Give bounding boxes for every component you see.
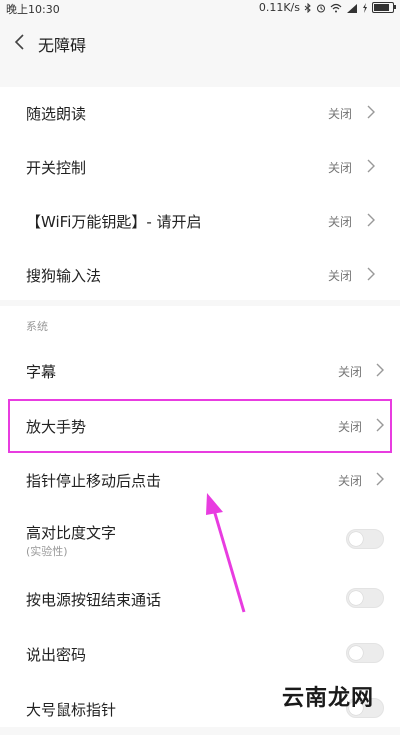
watermark-text: 云南龙网	[282, 686, 375, 711]
annotation-arrow-icon	[206, 493, 246, 613]
